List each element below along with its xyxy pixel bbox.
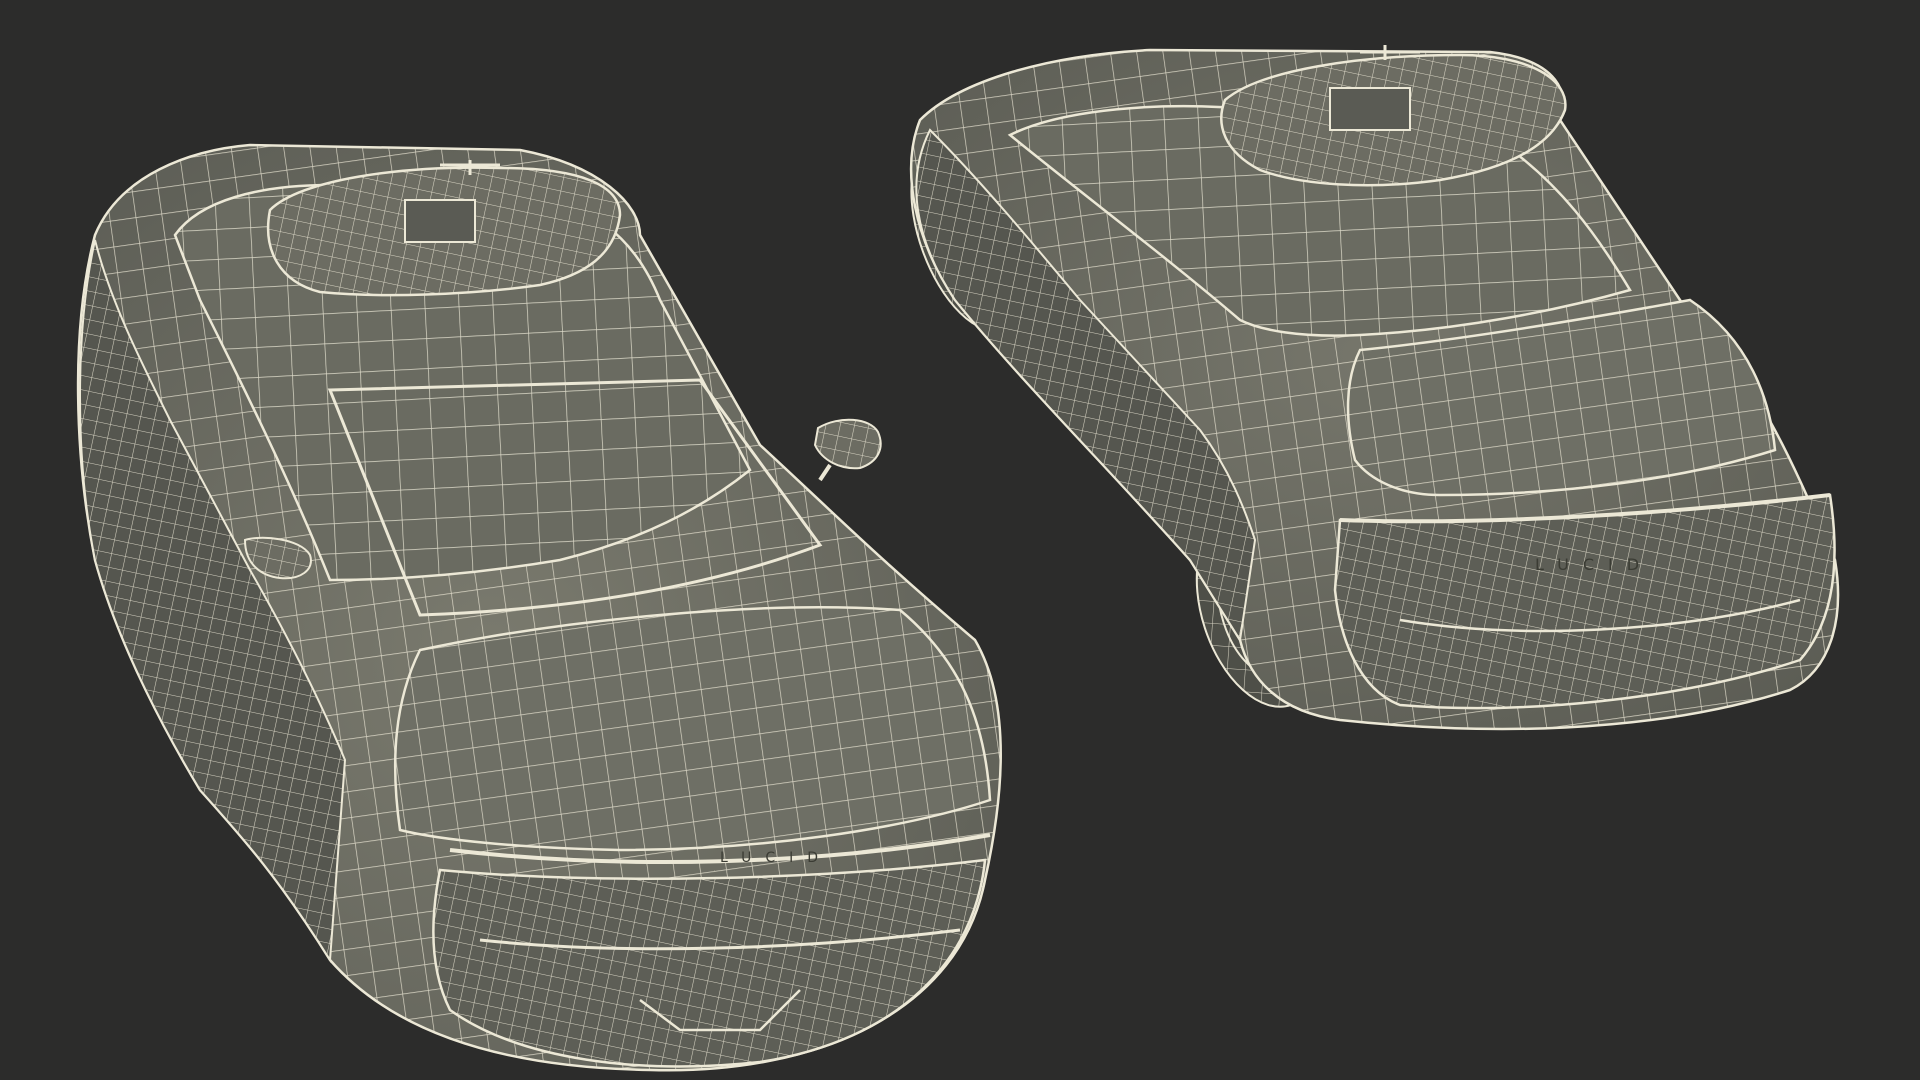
render-viewport: LUCID LUCID — [76, 45, 1840, 1072]
right-side-mirror — [813, 418, 882, 482]
car-rear-view: LUCID — [910, 45, 1840, 731]
car-front-badge: LUCID — [720, 850, 832, 866]
car-front-view: LUCID — [76, 143, 1002, 1072]
car-rear-badge: LUCID — [1535, 555, 1653, 574]
